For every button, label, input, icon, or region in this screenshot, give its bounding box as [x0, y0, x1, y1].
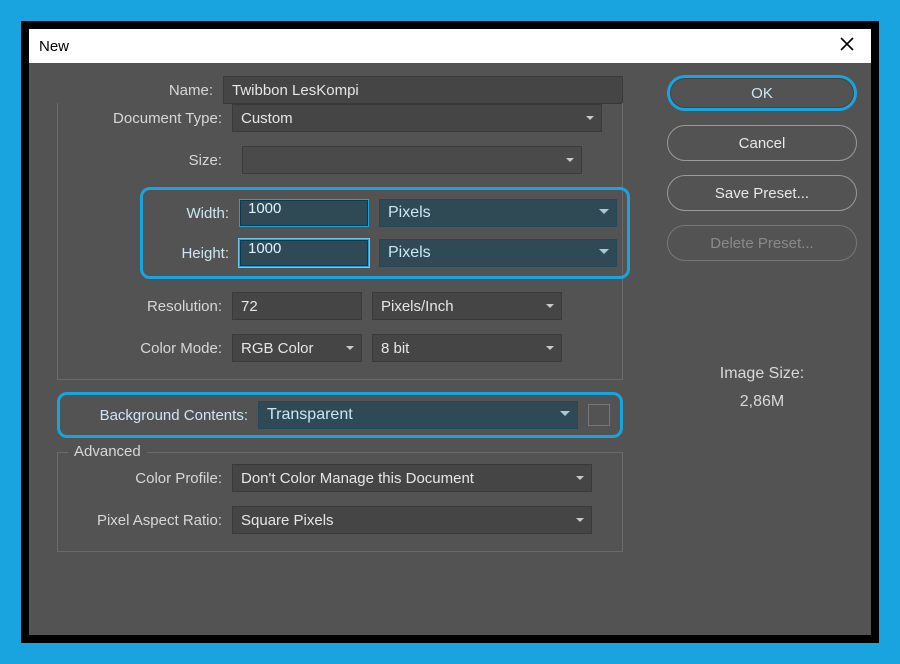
name-input[interactable]: Twibbon LesKompi [223, 76, 623, 104]
width-label: Width: [153, 205, 229, 222]
resolution-unit-value: Pixels/Inch [381, 298, 454, 315]
chevron-down-icon [575, 515, 585, 525]
resolution-input[interactable]: 72 [232, 292, 362, 320]
color-mode-select[interactable]: RGB Color [232, 334, 362, 362]
row-resolution: Resolution: 72 Pixels/Inch [68, 291, 612, 321]
background-contents-select[interactable]: Transparent [258, 401, 578, 429]
color-mode-value: RGB Color [241, 340, 314, 357]
background-contents-highlight: Background Contents: Transparent [57, 392, 623, 438]
image-size-label: Image Size: [667, 365, 857, 383]
height-label: Height: [153, 245, 229, 262]
advanced-legend: Advanced [68, 443, 147, 460]
row-pixel-aspect-ratio: Pixel Aspect Ratio: Square Pixels [68, 505, 612, 535]
cancel-button[interactable]: Cancel [667, 125, 857, 161]
chevron-down-icon [575, 473, 585, 483]
save-preset-button[interactable]: Save Preset... [667, 175, 857, 211]
resolution-label: Resolution: [68, 298, 232, 315]
pixel-aspect-ratio-value: Square Pixels [241, 512, 334, 529]
row-color-mode: Color Mode: RGB Color 8 bit [68, 333, 612, 363]
size-label: Size: [68, 152, 232, 169]
dialog-body: Name: Twibbon LesKompi Document Type: Cu… [29, 63, 871, 635]
color-depth-value: 8 bit [381, 340, 409, 357]
color-profile-label: Color Profile: [68, 470, 232, 487]
row-color-profile: Color Profile: Don't Color Manage this D… [68, 463, 612, 493]
chevron-down-icon [598, 244, 610, 262]
close-button[interactable] [833, 36, 861, 57]
titlebar: New [29, 29, 871, 63]
close-icon [839, 36, 855, 52]
row-name: Name: Twibbon LesKompi [43, 75, 653, 105]
main-column: Name: Twibbon LesKompi Document Type: Cu… [43, 75, 653, 621]
ok-button[interactable]: OK [667, 75, 857, 111]
height-unit-value: Pixels [388, 244, 431, 262]
chevron-down-icon [598, 204, 610, 222]
document-type-label: Document Type: [68, 110, 232, 127]
background-contents-value: Transparent [267, 406, 353, 424]
document-type-select[interactable]: Custom [232, 104, 602, 132]
document-type-value: Custom [241, 110, 293, 127]
height-unit-select[interactable]: Pixels [379, 239, 617, 267]
pixel-aspect-ratio-select[interactable]: Square Pixels [232, 506, 592, 534]
pixel-aspect-ratio-label: Pixel Aspect Ratio: [68, 512, 232, 529]
dimensions-highlight: Width: 1000 Pixels Height: 1000 Pixels [140, 187, 630, 279]
color-mode-label: Color Mode: [68, 340, 232, 357]
side-column: OK Cancel Save Preset... Delete Preset..… [667, 75, 857, 621]
row-width: Width: 1000 Pixels [153, 198, 617, 228]
background-contents-label: Background Contents: [70, 407, 248, 424]
background-color-swatch[interactable] [588, 404, 610, 426]
settings-group: Document Type: Custom Size: [57, 103, 623, 380]
height-input[interactable]: 1000 [239, 239, 369, 267]
dialog-frame: New Name: Twibbon LesKompi Document Type… [21, 21, 879, 643]
row-height: Height: 1000 Pixels [153, 238, 617, 268]
delete-preset-button: Delete Preset... [667, 225, 857, 261]
name-label: Name: [43, 82, 223, 99]
image-size-value: 2,86M [667, 393, 857, 411]
chevron-down-icon [345, 343, 355, 353]
resolution-unit-select[interactable]: Pixels/Inch [372, 292, 562, 320]
chevron-down-icon [585, 113, 595, 123]
chevron-down-icon [545, 343, 555, 353]
color-profile-value: Don't Color Manage this Document [241, 470, 474, 487]
row-size: Size: [68, 145, 612, 175]
new-document-dialog: New Name: Twibbon LesKompi Document Type… [29, 29, 871, 635]
row-document-type: Document Type: Custom [68, 103, 612, 133]
advanced-group: Advanced Color Profile: Don't Color Mana… [57, 452, 623, 552]
color-depth-select[interactable]: 8 bit [372, 334, 562, 362]
chevron-down-icon [559, 406, 571, 424]
width-input[interactable]: 1000 [239, 199, 369, 227]
chevron-down-icon [545, 301, 555, 311]
size-select[interactable] [242, 146, 582, 174]
width-unit-value: Pixels [388, 204, 431, 222]
color-profile-select[interactable]: Don't Color Manage this Document [232, 464, 592, 492]
width-unit-select[interactable]: Pixels [379, 199, 617, 227]
window-title: New [39, 38, 69, 55]
image-size-block: Image Size: 2,86M [667, 365, 857, 411]
chevron-down-icon [565, 155, 575, 165]
